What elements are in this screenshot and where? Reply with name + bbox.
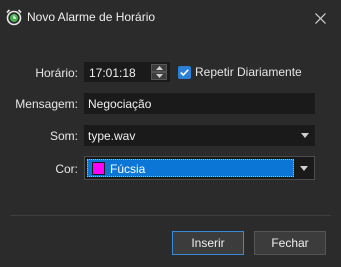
color-selected-item[interactable]: Fúcsia bbox=[87, 159, 294, 177]
color-label: Cor: bbox=[55, 162, 78, 176]
time-input[interactable]: 17:01:18 bbox=[84, 62, 170, 82]
close-icon bbox=[314, 12, 326, 24]
time-spinner[interactable] bbox=[151, 64, 167, 80]
sound-select[interactable]: type.wav bbox=[84, 125, 315, 146]
time-down-button[interactable] bbox=[151, 72, 167, 80]
chevron-up-icon bbox=[155, 66, 163, 70]
color-swatch bbox=[92, 162, 105, 175]
color-select[interactable]: Fúcsia bbox=[84, 156, 315, 180]
message-label: Mensagem: bbox=[15, 97, 78, 111]
close-dialog-button[interactable]: Fechar bbox=[254, 231, 326, 255]
alarm-clock-icon bbox=[6, 9, 22, 26]
message-value[interactable]: Negociação bbox=[88, 97, 151, 111]
repeat-daily-label[interactable]: Repetir Diariamente bbox=[195, 65, 302, 79]
divider bbox=[10, 215, 331, 216]
message-input[interactable]: Negociação bbox=[84, 93, 315, 114]
chevron-down-icon[interactable] bbox=[301, 133, 309, 138]
title-bar: Novo Alarme de Horário bbox=[0, 0, 341, 36]
insert-button[interactable]: Inserir bbox=[172, 231, 244, 255]
sound-value[interactable]: type.wav bbox=[88, 129, 135, 143]
chevron-down-icon bbox=[155, 74, 163, 78]
repeat-daily-checkbox[interactable]: Repetir Diariamente bbox=[178, 63, 302, 81]
time-label: Horário: bbox=[35, 66, 78, 80]
close-button[interactable] bbox=[306, 6, 334, 30]
color-value[interactable]: Fúcsia bbox=[110, 162, 145, 176]
chevron-down-icon[interactable] bbox=[300, 166, 308, 171]
sound-label: Som: bbox=[49, 129, 78, 143]
checkbox-checked-icon[interactable] bbox=[178, 65, 191, 79]
window-title: Novo Alarme de Horário bbox=[27, 10, 156, 24]
time-value[interactable]: 17:01:18 bbox=[89, 66, 136, 80]
time-up-button[interactable] bbox=[151, 64, 167, 72]
